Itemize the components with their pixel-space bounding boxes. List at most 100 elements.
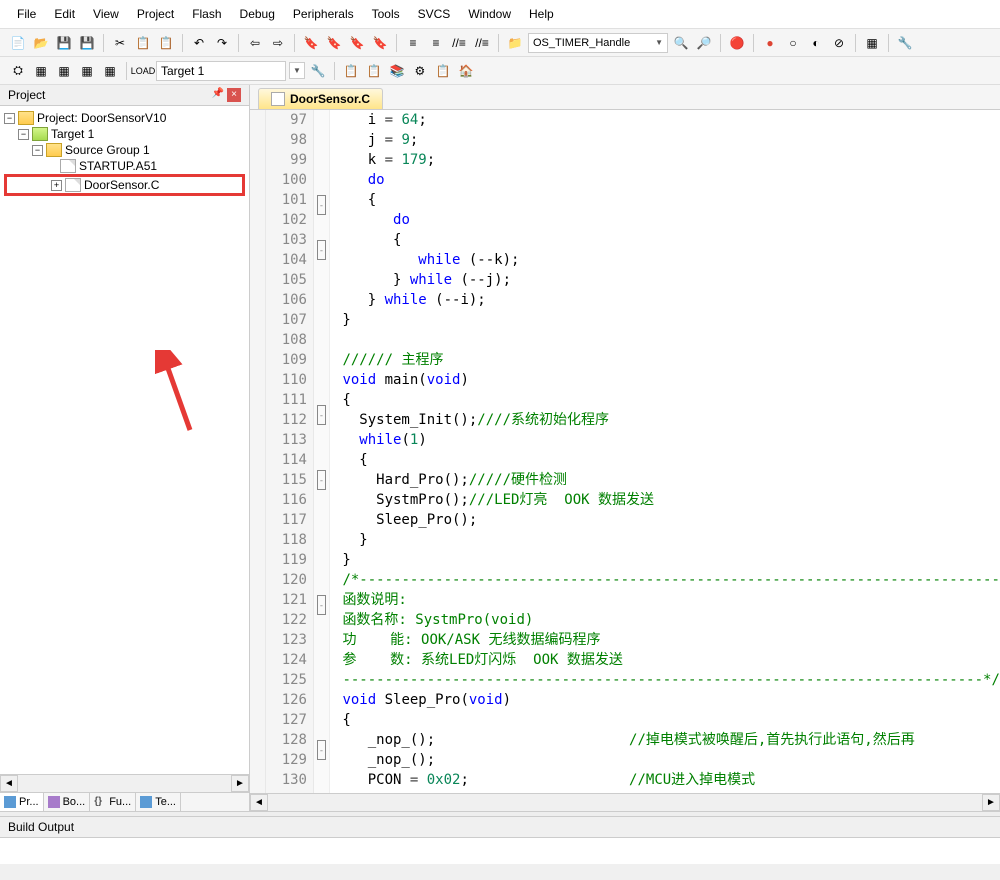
bookmark-clear-icon[interactable]: 🔖	[370, 33, 390, 53]
menu-project[interactable]: Project	[128, 4, 183, 24]
batch-build-icon[interactable]: ▦	[77, 61, 97, 81]
outdent-icon[interactable]: ≡	[426, 33, 446, 53]
breakpoint-kill-icon[interactable]: ⊘	[829, 33, 849, 53]
tab-label: Fu...	[109, 796, 131, 808]
menu-flash[interactable]: Flash	[183, 4, 230, 24]
template-icon[interactable]: 📋	[433, 61, 453, 81]
project-tree[interactable]: − Project: DoorSensorV10 − Target 1 − So…	[0, 106, 249, 774]
configure-icon[interactable]: 🔧	[895, 33, 915, 53]
file-icon	[65, 178, 81, 192]
breakpoint-toggle-icon[interactable]: ○	[783, 33, 803, 53]
tree-project-root[interactable]: − Project: DoorSensorV10	[4, 110, 245, 126]
comment-icon[interactable]: //≡	[449, 33, 469, 53]
save-icon[interactable]: 💾	[54, 33, 74, 53]
tree-file-startup[interactable]: STARTUP.A51	[4, 158, 245, 174]
indent-icon[interactable]: ≡	[403, 33, 423, 53]
scroll-right-icon[interactable]: ►	[231, 775, 249, 792]
editor-horizontal-scrollbar[interactable]: ◄ ►	[250, 793, 1000, 811]
tree-label: Target 1	[51, 127, 94, 141]
collapse-icon[interactable]: −	[4, 113, 15, 124]
debug-icon[interactable]: 🔴	[727, 33, 747, 53]
toolbar-build: ⛭ ▦ ▦ ▦ ▦ LOAD Target 1 ▼ 🔧 📋 📋 📚 ⚙ 📋 🏠	[0, 57, 1000, 85]
breakpoint-margin[interactable]	[250, 110, 266, 793]
bookmark-prev-icon[interactable]: 🔖	[324, 33, 344, 53]
nav-back-icon[interactable]: ⇦	[245, 33, 265, 53]
window-icon[interactable]: ▦	[862, 33, 882, 53]
chevron-down-icon: ▼	[655, 38, 663, 47]
menu-peripherals[interactable]: Peripherals	[284, 4, 363, 24]
paste-icon[interactable]: 📋	[156, 33, 176, 53]
tree-file-doorsensor[interactable]: + DoorSensor.C	[4, 174, 245, 196]
rebuild-icon[interactable]: ▦	[54, 61, 74, 81]
menubar: File Edit View Project Flash Debug Perip…	[0, 0, 1000, 29]
expand-icon[interactable]: +	[51, 180, 62, 191]
menu-tools[interactable]: Tools	[363, 4, 409, 24]
tab-project[interactable]: Pr...	[0, 793, 44, 811]
open-icon[interactable]: 📂	[31, 33, 51, 53]
editor-tabbar: DoorSensor.C	[250, 85, 1000, 110]
tree-target[interactable]: − Target 1	[4, 126, 245, 142]
menu-svcs[interactable]: SVCS	[409, 4, 460, 24]
undo-icon[interactable]: ↶	[189, 33, 209, 53]
find-in-files-icon[interactable]: 📁	[505, 33, 525, 53]
menu-help[interactable]: Help	[520, 4, 563, 24]
cut-icon[interactable]: ✂	[110, 33, 130, 53]
build-icon[interactable]: ▦	[31, 61, 51, 81]
bookmark-icon[interactable]: 🔖	[301, 33, 321, 53]
simulator-icon[interactable]: 🏠	[456, 61, 476, 81]
tree-group[interactable]: − Source Group 1	[4, 142, 245, 158]
breakpoint-icon[interactable]: ●	[760, 33, 780, 53]
scroll-left-icon[interactable]: ◄	[250, 794, 268, 811]
scroll-left-icon[interactable]: ◄	[0, 775, 18, 792]
redo-icon[interactable]: ↷	[212, 33, 232, 53]
build-output-body[interactable]	[0, 838, 1000, 864]
save-all-icon[interactable]: 💾	[77, 33, 97, 53]
pin-icon[interactable]: 📌	[211, 88, 225, 102]
manage-project-icon[interactable]: 📋	[341, 61, 361, 81]
file-ext-icon[interactable]: 📋	[364, 61, 384, 81]
new-file-icon[interactable]: 📄	[8, 33, 28, 53]
target-dropdown[interactable]: Target 1	[156, 61, 286, 81]
symbol-dropdown[interactable]: OS_TIMER_Handle ▼	[528, 33, 668, 53]
find-next-icon[interactable]: 🔎	[694, 33, 714, 53]
code-text[interactable]: i = 64; j = 9; k = 179; do { do { while …	[330, 110, 1000, 793]
menu-window[interactable]: Window	[459, 4, 520, 24]
code-editor[interactable]: 9798991001011021031041051061071081091101…	[250, 110, 1000, 793]
target-options-icon[interactable]: 🔧	[308, 61, 328, 81]
menu-view[interactable]: View	[84, 4, 128, 24]
horizontal-scrollbar[interactable]: ◄ ►	[0, 774, 249, 792]
find-icon[interactable]: 🔍	[671, 33, 691, 53]
folder-icon	[46, 143, 62, 157]
tree-label: STARTUP.A51	[79, 159, 157, 173]
copy-icon[interactable]: 📋	[133, 33, 153, 53]
file-tab-doorsensor[interactable]: DoorSensor.C	[258, 88, 383, 109]
chevron-down-icon[interactable]: ▼	[289, 62, 305, 79]
uncomment-icon[interactable]: //≡	[472, 33, 492, 53]
stop-build-icon[interactable]: ▦	[100, 61, 120, 81]
func-icon[interactable]: ⚙	[410, 61, 430, 81]
tab-templates[interactable]: Te...	[136, 793, 181, 811]
menu-file[interactable]: File	[8, 4, 45, 24]
symbol-dropdown-value: OS_TIMER_Handle	[533, 37, 630, 49]
file-icon	[60, 159, 76, 173]
project-tab-icon	[4, 796, 16, 808]
translate-icon[interactable]: ⛭	[8, 61, 28, 81]
fold-column[interactable]: ------	[314, 110, 330, 793]
nav-forward-icon[interactable]: ⇨	[268, 33, 288, 53]
templates-tab-icon	[140, 796, 152, 808]
books-icon[interactable]: 📚	[387, 61, 407, 81]
project-panel-title-text: Project	[8, 88, 45, 102]
breakpoint-disable-icon[interactable]: ◐	[806, 33, 826, 53]
collapse-icon[interactable]: −	[32, 145, 43, 156]
download-icon[interactable]: LOAD	[133, 61, 153, 81]
menu-edit[interactable]: Edit	[45, 4, 84, 24]
scroll-right-icon[interactable]: ►	[982, 794, 1000, 811]
collapse-icon[interactable]: −	[18, 129, 29, 140]
menu-debug[interactable]: Debug	[231, 4, 284, 24]
tab-functions[interactable]: {} Fu...	[90, 793, 136, 811]
file-tab-label: DoorSensor.C	[290, 92, 370, 106]
tab-books[interactable]: Bo...	[44, 793, 91, 811]
close-icon[interactable]: ×	[227, 88, 241, 102]
bookmark-next-icon[interactable]: 🔖	[347, 33, 367, 53]
books-tab-icon	[48, 796, 60, 808]
